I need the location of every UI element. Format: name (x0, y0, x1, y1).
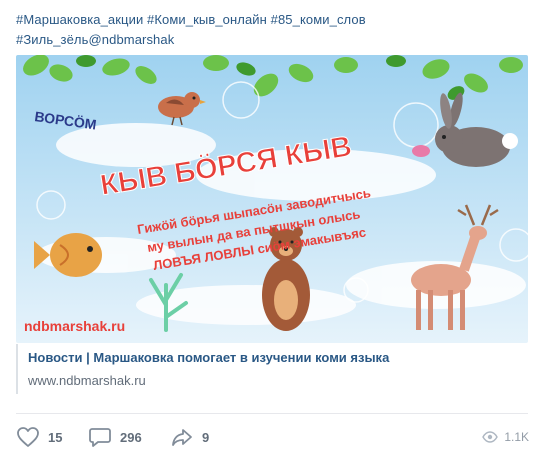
comment-button[interactable]: 296 (88, 420, 142, 454)
image-site: ndbmarshak.ru (24, 318, 125, 334)
attachment-url[interactable]: www.ndbmarshak.ru (28, 373, 146, 388)
like-button[interactable]: 15 (16, 420, 62, 454)
hashtags-line-2[interactable]: #Зиль_зёль@ndbmarshak (16, 30, 531, 50)
post-actions: 15 296 9 1.1K (0, 420, 545, 454)
hashtags-line-1[interactable]: #Маршаковка_акции #Коми_кыв_онлайн #85_к… (16, 10, 531, 30)
views-counter: 1.1K (482, 420, 529, 454)
link-attachment[interactable]: Новости | Маршаковка помогает в изучении… (16, 344, 530, 394)
comments-count: 296 (120, 429, 142, 445)
views-count: 1.1K (504, 430, 529, 444)
post-image[interactable]: ВОРСӦМ КЫВ БӦРСЯ КЫВ Гижӧй бӧрья шыпасӧн… (16, 55, 528, 343)
divider (16, 413, 528, 414)
comment-icon (89, 428, 111, 447)
likes-count: 15 (48, 429, 63, 445)
eye-icon (482, 431, 499, 443)
attachment-title[interactable]: Новости | Маршаковка помогает в изучении… (28, 350, 389, 365)
shares-count: 9 (202, 429, 210, 445)
post-tags: #Маршаковка_акции #Коми_кыв_онлайн #85_к… (16, 10, 531, 50)
share-button[interactable]: 9 (170, 420, 209, 454)
heart-icon (17, 427, 39, 447)
share-icon (172, 429, 192, 446)
